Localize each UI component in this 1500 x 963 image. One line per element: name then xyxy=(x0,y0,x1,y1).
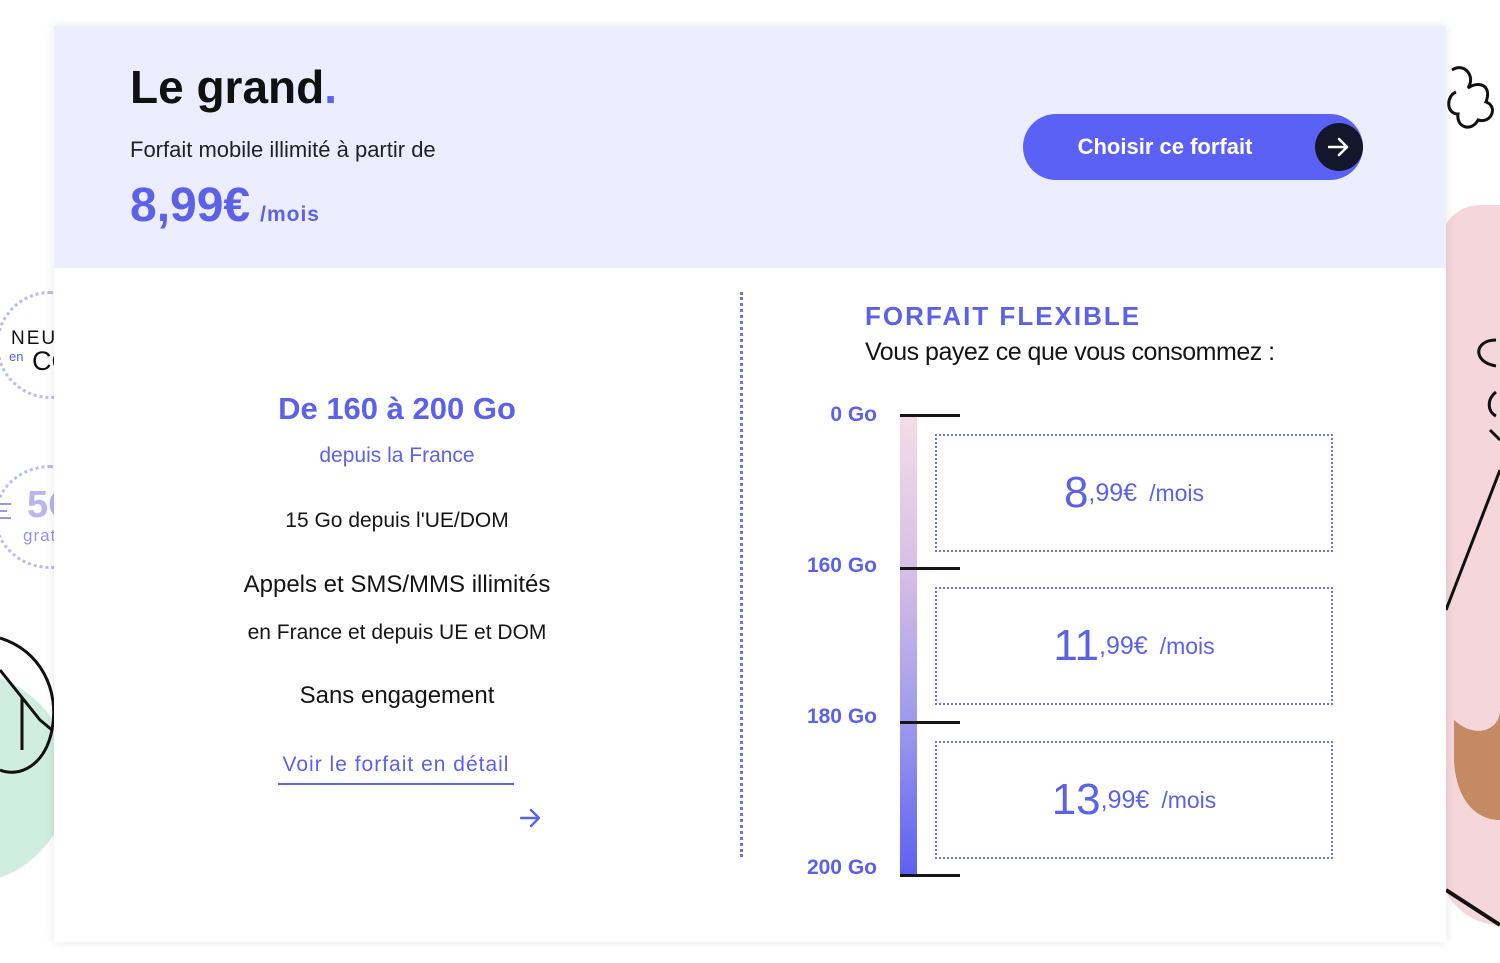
tier-price-period: /mois xyxy=(1159,632,1215,659)
tier-label-200: 200 Go xyxy=(806,856,877,879)
calls-scope: en France et depuis UE et DOM xyxy=(247,621,547,644)
gauge-tick xyxy=(900,874,960,877)
plan-name-dot: . xyxy=(324,61,338,113)
plan-price-amount: 8,99€ xyxy=(130,179,251,232)
calls-feature: Appels et SMS/MMS illimités xyxy=(243,571,551,598)
tier-price-box: 8,99€ /mois xyxy=(935,434,1333,552)
flower-doodle-decoration xyxy=(1447,66,1494,129)
plan-price-period: /mois xyxy=(260,203,320,226)
gauge-tick xyxy=(900,414,960,417)
eu-data-allowance: 15 Go depuis l'UE/DOM xyxy=(285,509,509,532)
co2-badge-en: en xyxy=(9,349,24,364)
usage-gauge xyxy=(900,417,917,877)
tier-label-160: 160 Go xyxy=(806,554,877,577)
flexible-plan-title: FORFAIT FLEXIBLE xyxy=(865,301,1142,331)
gauge-tick xyxy=(900,567,960,570)
tier-price-cents: ,99€ xyxy=(1088,478,1138,507)
line-doodle-decoration xyxy=(1444,338,1500,927)
tier-price-whole: 13 xyxy=(1051,775,1101,824)
plan-name: Le grand. xyxy=(130,60,337,114)
arrow-right-icon[interactable] xyxy=(520,808,542,828)
plan-subtitle: Forfait mobile illimité à partir de xyxy=(130,137,436,162)
tier-price-box: 11,99€ /mois xyxy=(935,587,1333,705)
tier-price-period: /mois xyxy=(1149,479,1205,506)
data-origin: depuis la France xyxy=(319,444,475,467)
data-range: De 160 à 200 Go xyxy=(278,391,516,426)
leaf-outline-decoration xyxy=(0,636,56,774)
plan-card: Le grand. Forfait mobile illimité à part… xyxy=(54,26,1446,942)
tier-label-180: 180 Go xyxy=(806,705,877,728)
tier-price-box: 13,99€ /mois xyxy=(935,741,1333,859)
tier-price-whole: 8 xyxy=(1063,468,1089,517)
column-divider xyxy=(740,292,743,857)
plan-card-header: Le grand. Forfait mobile illimité à part… xyxy=(54,26,1446,268)
tier-price-cents: ,99€ xyxy=(1100,785,1150,814)
choose-plan-button[interactable]: Choisir ce forfait xyxy=(1023,114,1363,180)
plan-features: De 160 à 200 Go depuis la France 15 Go d… xyxy=(54,268,740,942)
choose-plan-button-label: Choisir ce forfait xyxy=(1077,134,1253,159)
plan-price: 8,99€ /mois xyxy=(130,178,320,233)
plan-detail-link[interactable]: Voir le forfait en détail xyxy=(278,753,514,785)
arrow-right-icon xyxy=(1315,123,1363,171)
speed-lines-icon xyxy=(0,503,11,519)
commitment-feature: Sans engagement xyxy=(299,682,495,709)
tier-price-cents: ,99€ xyxy=(1099,631,1148,660)
tier-price-period: /mois xyxy=(1161,786,1217,813)
gauge-tick xyxy=(900,721,960,724)
tier-label-0: 0 Go xyxy=(830,403,877,426)
flexible-plan-subtitle: Vous payez ce que vous consommez : xyxy=(865,338,1275,366)
tier-price-whole: 11 xyxy=(1053,621,1100,670)
plan-name-text: Le grand xyxy=(130,61,325,113)
